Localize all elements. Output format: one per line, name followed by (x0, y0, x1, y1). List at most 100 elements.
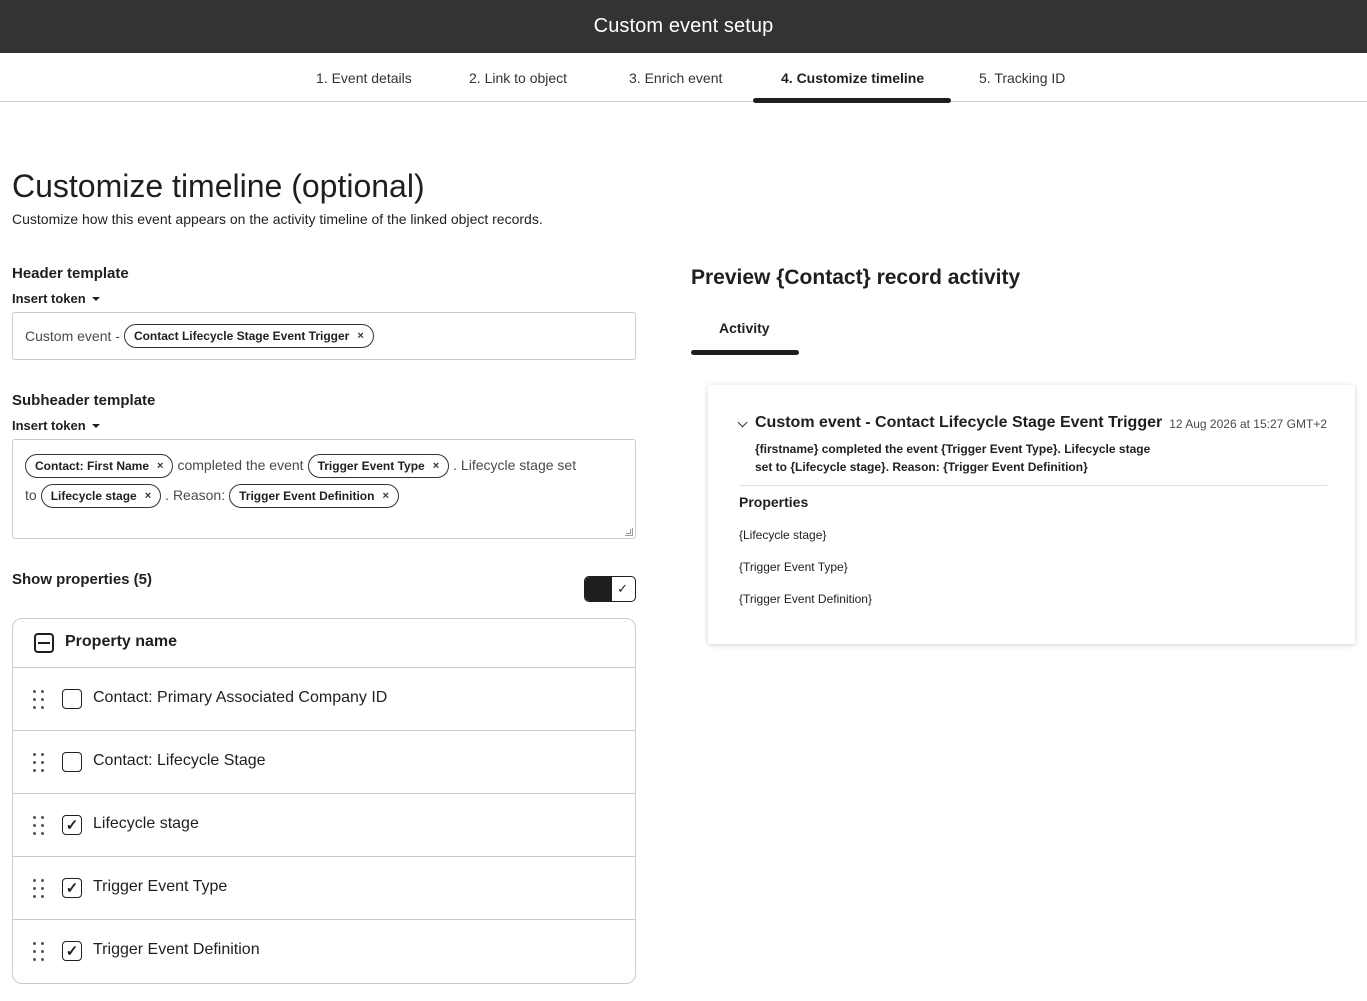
header-template-field[interactable]: Custom event - Contact Lifecycle Stage E… (12, 312, 636, 360)
drag-dot (41, 958, 44, 961)
token-first-name: Contact: First Name × (25, 451, 174, 481)
drag-dot (41, 753, 44, 756)
drag-handle-icon[interactable] (33, 816, 47, 836)
drag-dot (41, 895, 44, 898)
property-name: Contact: Primary Associated Company ID (93, 689, 388, 706)
window-title: Custom event setup (593, 15, 774, 37)
properties-table: Property name Contact: Primary Associate… (12, 618, 636, 984)
token-trigger-event-definition: Trigger Event Definition × (229, 481, 399, 511)
drag-dot (41, 761, 44, 764)
table-row: Contact: Lifecycle Stage (13, 731, 635, 794)
drag-dot (33, 698, 36, 701)
property-name: Contact: Lifecycle Stage (93, 752, 266, 769)
preview-title: Preview {Contact} record activity (691, 266, 1021, 289)
drag-dot (41, 698, 44, 701)
select-all-checkbox[interactable] (34, 633, 54, 653)
subheader-text-lifecycle: . Lifecycle stage set (453, 457, 577, 473)
check-icon: ✓ (65, 817, 79, 834)
active-tab-indicator (753, 98, 951, 103)
drag-dot (33, 690, 36, 693)
drag-handle-icon[interactable] (33, 879, 47, 899)
drag-dot (33, 753, 36, 756)
insert-token-label: Insert token (12, 291, 86, 306)
step-tabs: 1. Event details 2. Link to object 3. En… (0, 53, 1367, 102)
drag-dot (41, 879, 44, 882)
subheader-text-to: to (25, 487, 37, 503)
token-lifecycle-stage: Lifecycle stage × (40, 481, 162, 511)
tab-enrich-event[interactable]: 3. Enrich event (629, 53, 722, 102)
show-properties-label: Show properties (5) (12, 571, 153, 588)
drag-handle-icon[interactable] (33, 942, 47, 962)
card-title: Custom event - Contact Lifecycle Stage E… (755, 414, 1163, 431)
tab-customize-timeline[interactable]: 4. Customize timeline (781, 53, 924, 102)
remove-token-icon[interactable]: × (145, 481, 151, 511)
drag-dot (41, 824, 44, 827)
insert-token-label: Insert token (12, 418, 86, 433)
activity-preview-card: Custom event - Contact Lifecycle Stage E… (708, 385, 1355, 644)
drag-dot (41, 690, 44, 693)
card-property: {Lifecycle stage} (739, 528, 827, 542)
tab-link-to-object[interactable]: 2. Link to object (469, 53, 567, 102)
drag-dot (33, 950, 36, 953)
table-row: Contact: Primary Associated Company ID (13, 668, 635, 731)
card-properties-label: Properties (739, 494, 809, 510)
property-name: Lifecycle stage (93, 815, 199, 832)
subheader-insert-token-button[interactable]: Insert token (12, 418, 100, 433)
drag-handle-icon[interactable] (33, 753, 47, 773)
drag-dot (33, 832, 36, 835)
tab-tracking-id[interactable]: 5. Tracking ID (979, 53, 1065, 102)
column-header-property-name: Property name (65, 633, 178, 650)
check-icon: ✓ (65, 943, 79, 960)
check-icon: ✓ (65, 880, 79, 897)
drag-dot (33, 761, 36, 764)
tab-event-details[interactable]: 1. Event details (316, 53, 412, 102)
token-lifecycle-stage-event-trigger: Contact Lifecycle Stage Event Trigger × (123, 324, 374, 348)
chevron-down-icon[interactable] (737, 417, 748, 428)
remove-token-icon[interactable]: × (157, 451, 163, 481)
drag-dot (33, 895, 36, 898)
row-checkbox[interactable]: ✓ (62, 941, 82, 961)
row-checkbox[interactable] (62, 689, 82, 709)
check-icon: ✓ (617, 581, 628, 596)
show-properties-toggle[interactable]: ✓ (584, 576, 636, 602)
drag-dot (41, 942, 44, 945)
drag-dot (33, 769, 36, 772)
row-checkbox[interactable] (62, 752, 82, 772)
remove-token-icon[interactable]: × (357, 330, 363, 342)
drag-dot (33, 887, 36, 890)
token-label: Contact: First Name (35, 459, 150, 474)
drag-handle-icon[interactable] (33, 690, 47, 710)
subheader-template-field[interactable]: Contact: First Name × completed the even… (12, 439, 636, 539)
drag-dot (41, 887, 44, 890)
drag-dot (33, 942, 36, 945)
header-template-label: Header template (12, 265, 129, 282)
property-name: Trigger Event Type (93, 878, 228, 895)
drag-dot (33, 816, 36, 819)
drag-dot (33, 879, 36, 882)
tab-activity[interactable]: Activity (719, 320, 770, 336)
subheader-text-completed: completed the event (177, 457, 304, 473)
table-header: Property name (13, 619, 635, 668)
resize-handle-icon[interactable] (625, 528, 633, 536)
table-row: ✓ Trigger Event Type (13, 857, 635, 920)
header-insert-token-button[interactable]: Insert token (12, 291, 100, 306)
caret-down-icon (91, 423, 100, 428)
remove-token-icon[interactable]: × (382, 481, 388, 511)
card-timestamp: 12 Aug 2026 at 15:27 GMT+2 (1169, 417, 1327, 431)
card-property: {Trigger Event Type} (739, 560, 848, 574)
drag-dot (41, 950, 44, 953)
row-checkbox[interactable]: ✓ (62, 815, 82, 835)
toggle-knob (585, 577, 612, 601)
table-row: ✓ Trigger Event Definition (13, 920, 635, 983)
property-name: Trigger Event Definition (93, 941, 260, 958)
remove-token-icon[interactable]: × (433, 451, 439, 481)
row-checkbox[interactable]: ✓ (62, 878, 82, 898)
indeterminate-icon (38, 642, 50, 644)
header-prefix-text: Custom event - (25, 328, 120, 344)
top-bar: Custom event setup (0, 0, 1367, 53)
activity-tab-indicator (691, 350, 799, 355)
drag-dot (41, 769, 44, 772)
page-title: Customize timeline (optional) (12, 168, 425, 204)
drag-dot (33, 824, 36, 827)
table-row: ✓ Lifecycle stage (13, 794, 635, 857)
